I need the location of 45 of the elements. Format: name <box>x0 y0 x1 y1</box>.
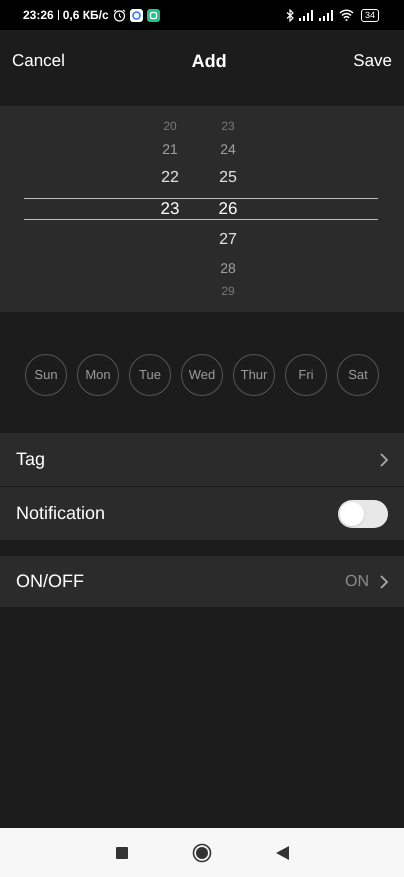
settings-row[interactable]: Notification <box>0 487 404 540</box>
picker-value[interactable]: 27 <box>219 228 237 252</box>
page-title: Add <box>192 50 227 73</box>
picker-value[interactable]: 23 <box>221 117 235 135</box>
alarm-icon <box>112 8 126 22</box>
picker-value[interactable]: 26 <box>218 196 238 222</box>
picker-value[interactable]: 22 <box>161 166 179 190</box>
settings-row[interactable]: Tag <box>0 433 404 486</box>
back-icon[interactable] <box>276 846 288 860</box>
chevron-right-icon <box>379 452 388 466</box>
chevron-right-icon <box>379 574 388 588</box>
app-icon <box>130 8 143 22</box>
weekday-toggle[interactable]: Fri <box>285 354 327 396</box>
weekday-toggle[interactable]: Mon <box>77 354 119 396</box>
weekday-toggle[interactable]: Sat <box>337 354 379 396</box>
network-speed: 0,6 КБ/с <box>62 7 109 24</box>
row-label: Notification <box>16 502 106 525</box>
picker-value[interactable]: 24 <box>220 138 236 160</box>
row-label: Tag <box>16 448 46 471</box>
weekday-toggle[interactable]: Wed <box>181 354 223 396</box>
row-value: ON <box>345 572 369 592</box>
picker-value[interactable]: 21 <box>162 138 178 160</box>
picker-value[interactable]: 20 <box>163 117 177 135</box>
signal-icon <box>298 10 314 20</box>
home-icon[interactable] <box>192 842 212 862</box>
picker-value[interactable]: 29 <box>221 282 235 300</box>
wifi-icon <box>338 9 354 21</box>
recents-icon[interactable] <box>116 846 128 858</box>
signal-icon <box>318 10 334 20</box>
cancel-button[interactable]: Cancel <box>12 48 65 74</box>
app-icon <box>146 8 160 22</box>
bluetooth-icon <box>286 8 294 22</box>
weekday-toggle[interactable]: Tue <box>129 354 171 396</box>
row-label: ON/OFF <box>16 570 84 593</box>
picker-value[interactable]: 28 <box>220 258 236 278</box>
battery-icon: 34 <box>360 8 379 22</box>
notification-switch[interactable] <box>338 500 388 528</box>
save-button[interactable]: Save <box>353 48 392 74</box>
picker-value[interactable]: 23 <box>160 196 180 222</box>
settings-row[interactable]: ON/OFF ON <box>0 556 404 607</box>
status-time: 23:26 <box>23 7 54 24</box>
time-picker[interactable]: 20 21 22 23 23 24 25 26 27 28 29 <box>0 106 404 312</box>
picker-value[interactable]: 25 <box>219 166 237 190</box>
weekday-toggle[interactable]: Thur <box>233 354 275 396</box>
weekday-toggle[interactable]: Sun <box>25 354 67 396</box>
